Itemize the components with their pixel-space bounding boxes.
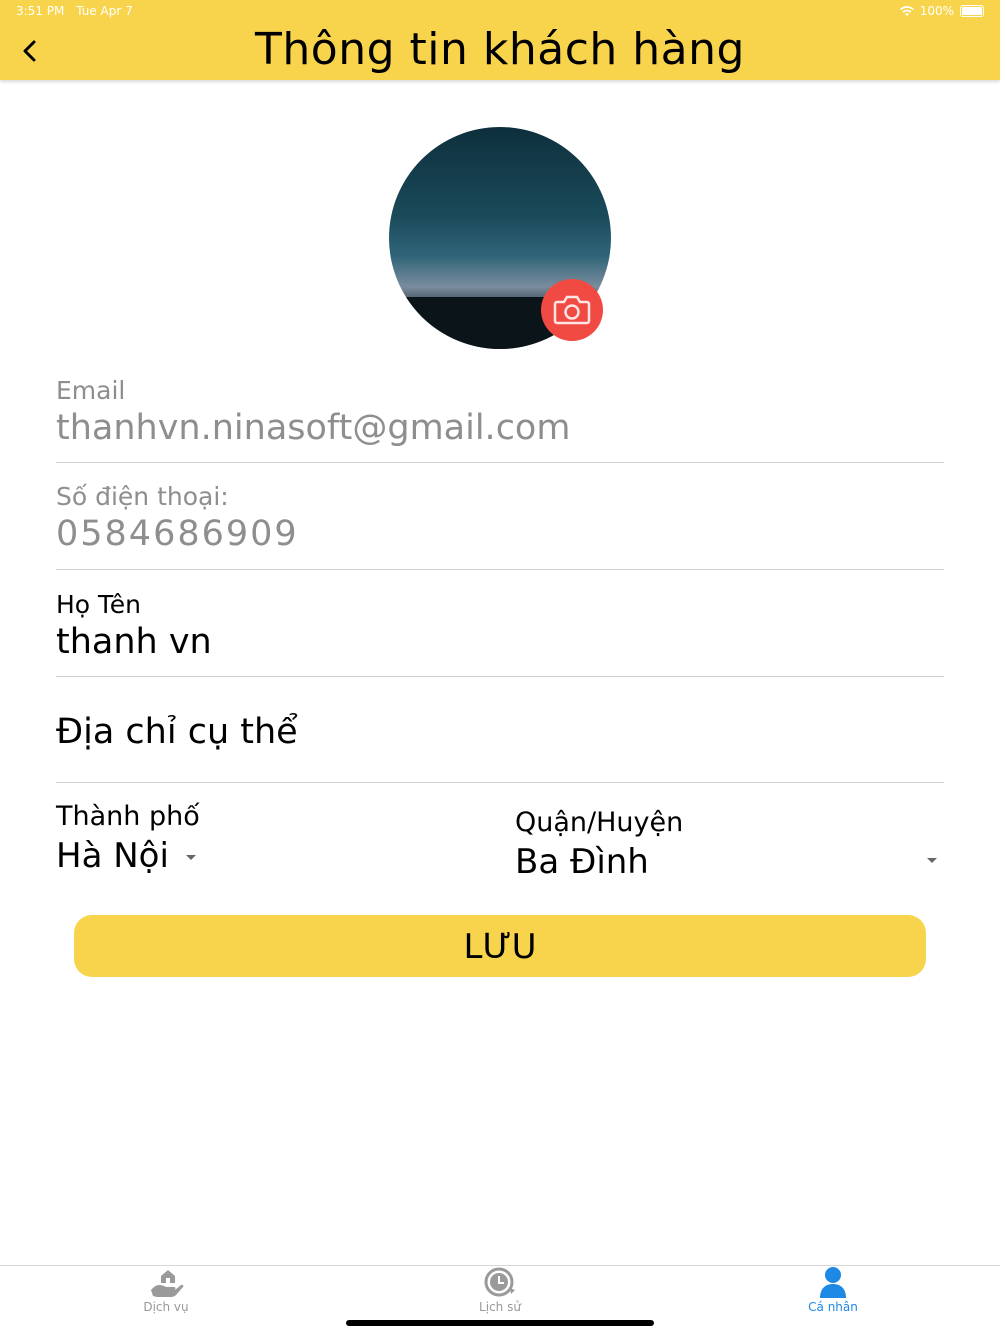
tab-history[interactable]: Lịch sử <box>440 1266 560 1316</box>
caret-down-icon <box>185 855 196 860</box>
city-value-row: Hà Nội <box>56 834 456 878</box>
address-field[interactable]: Địa chỉ cụ thể <box>56 710 944 783</box>
status-bar-right: 100% <box>899 4 984 18</box>
page-title: Thông tin khách hàng <box>255 24 745 75</box>
city-select[interactable]: Thành phố Hà Nội <box>56 800 456 878</box>
phone-label: Số điện thoại: <box>56 482 229 511</box>
email-value: thanhvn.ninasoft@gmail.com <box>56 408 571 448</box>
home-indicator <box>346 1320 654 1326</box>
service-hand-house-icon <box>151 1270 184 1297</box>
district-select[interactable]: Quận/Huyện Ba Đình <box>515 806 945 884</box>
battery-icon <box>960 5 984 17</box>
phone-value: 0584686909 <box>56 514 299 554</box>
tab-services[interactable]: Dịch vụ <box>106 1266 226 1316</box>
city-value: Hà Nội <box>56 836 169 876</box>
phone-field[interactable]: Số điện thoại: 0584686909 <box>56 482 944 570</box>
status-time: 3:51 PM <box>16 4 65 18</box>
email-label: Email <box>56 376 126 405</box>
district-label: Quận/Huyện <box>515 807 684 838</box>
tab-profile[interactable]: Cá nhân <box>773 1266 893 1316</box>
caret-down-icon <box>927 858 937 863</box>
tab-services-label: Dịch vụ <box>143 1300 189 1314</box>
tab-history-label: Lịch sử <box>479 1300 521 1314</box>
tab-profile-label: Cá nhân <box>808 1300 858 1314</box>
camera-icon <box>553 295 591 325</box>
city-label: Thành phố <box>56 801 200 832</box>
full-name-field[interactable]: Họ Tên thanh vn <box>56 590 944 677</box>
district-value: Ba Đình <box>515 842 649 882</box>
status-date: Tue Apr 7 <box>76 4 133 18</box>
history-clock-icon <box>484 1267 515 1297</box>
wifi-icon <box>899 5 914 16</box>
email-field[interactable]: Email thanhvn.ninasoft@gmail.com <box>56 376 944 463</box>
address-placeholder: Địa chỉ cụ thể <box>56 712 298 752</box>
app-header: 3:51 PM Tue Apr 7 100% Thông tin khách h… <box>0 0 1000 80</box>
full-name-label: Họ Tên <box>56 590 142 619</box>
avatar-section <box>389 127 611 349</box>
battery-percent: 100% <box>919 4 954 18</box>
person-icon <box>820 1267 846 1298</box>
save-button[interactable]: LƯU <box>74 915 926 977</box>
status-bar-left: 3:51 PM Tue Apr 7 <box>16 4 141 18</box>
change-avatar-button[interactable] <box>541 279 603 341</box>
full-name-value: thanh vn <box>56 622 212 662</box>
